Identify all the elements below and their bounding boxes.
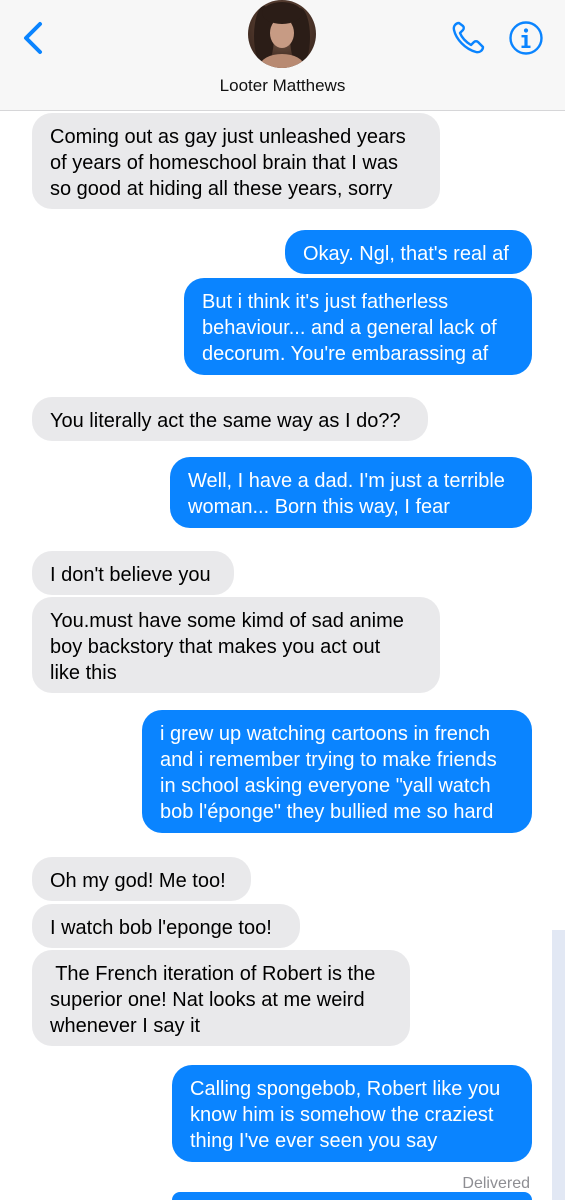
message-bubble[interactable]: Calling spongebob, Robert like you know … xyxy=(172,1065,532,1162)
scrollbar[interactable] xyxy=(552,930,565,1200)
message-bubble[interactable]: The French iteration of Robert is the su… xyxy=(32,950,410,1046)
message-bubble-partial xyxy=(172,1192,532,1200)
message-bubble[interactable]: Oh my god! Me too! xyxy=(32,857,251,901)
message-bubble[interactable]: i grew up watching cartoons in french an… xyxy=(142,710,532,833)
message-bubble[interactable]: You literally act the same way as I do?? xyxy=(32,397,428,441)
message-bubble[interactable]: Okay. Ngl, that's real af xyxy=(285,230,532,274)
message-bubble[interactable]: Well, I have a dad. I'm just a terrible … xyxy=(170,457,532,528)
chevron-left-icon[interactable] xyxy=(20,20,46,56)
info-icon[interactable] xyxy=(508,20,544,56)
message-bubble[interactable]: You.must have some kimd of sad anime boy… xyxy=(32,597,440,693)
message-bubble[interactable]: I watch bob l'eponge too! xyxy=(32,904,300,948)
phone-icon[interactable] xyxy=(450,20,488,56)
delivered-status: Delivered xyxy=(462,1175,530,1192)
message-bubble[interactable]: I don't believe you xyxy=(32,551,234,595)
message-bubble[interactable]: But i think it's just fatherless behavio… xyxy=(184,278,532,375)
avatar[interactable] xyxy=(248,0,316,68)
conversation-header: Looter Matthews xyxy=(0,0,565,111)
contact-name[interactable]: Looter Matthews xyxy=(0,76,565,96)
message-bubble[interactable]: Coming out as gay just unleashed years o… xyxy=(32,113,440,209)
